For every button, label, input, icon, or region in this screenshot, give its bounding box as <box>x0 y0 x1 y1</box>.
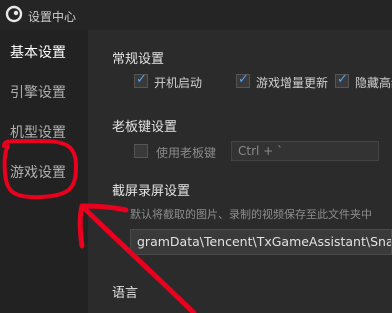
settings-panel: 常规设置 开机启动 游戏增量更新 隐藏高级 老板键设置 使用老板键 Ctrl +… <box>88 30 392 313</box>
sidebar: 基本设置 引擎设置 机型设置 游戏设置 <box>0 30 88 313</box>
window-title: 设置中心 <box>28 10 77 24</box>
checkbox-autostart[interactable] <box>134 72 148 88</box>
checkbox-autostart-label: 开机启动 <box>154 76 203 90</box>
section-title-screenshot: 截屏录屏设置 <box>112 184 191 199</box>
sidebar-item-engine[interactable]: 引擎设置 <box>10 82 66 102</box>
app-logo-icon <box>5 5 23 23</box>
checkbox-bosskey[interactable] <box>134 144 148 158</box>
section-title-bosskey: 老板键设置 <box>112 120 178 135</box>
screenshot-folder-description: 默认将截取的图片、录制的视频保存至此文件夹中 <box>130 208 372 221</box>
sidebar-item-model[interactable]: 机型设置 <box>10 122 66 142</box>
checkbox-hide-advanced[interactable] <box>335 72 349 88</box>
screenshot-folder-path-input[interactable]: gramData\Tencent\TxGameAssistant\Snap <box>130 229 392 255</box>
checkbox-incremental-update[interactable] <box>236 72 250 88</box>
sidebar-item-basic[interactable]: 基本设置 <box>10 42 66 62</box>
checkbox-incremental-update-label: 游戏增量更新 <box>256 76 329 90</box>
checkbox-bosskey-label: 使用老板键 <box>156 146 217 160</box>
bosskey-hotkey-input[interactable]: Ctrl + ` <box>231 141 379 161</box>
checkbox-hide-advanced-label: 隐藏高级 <box>355 76 392 90</box>
section-title-language: 语言 <box>112 286 139 301</box>
sidebar-item-game[interactable]: 游戏设置 <box>10 162 66 182</box>
section-title-general: 常规设置 <box>112 52 165 67</box>
title-bar: 设置中心 <box>0 0 392 30</box>
